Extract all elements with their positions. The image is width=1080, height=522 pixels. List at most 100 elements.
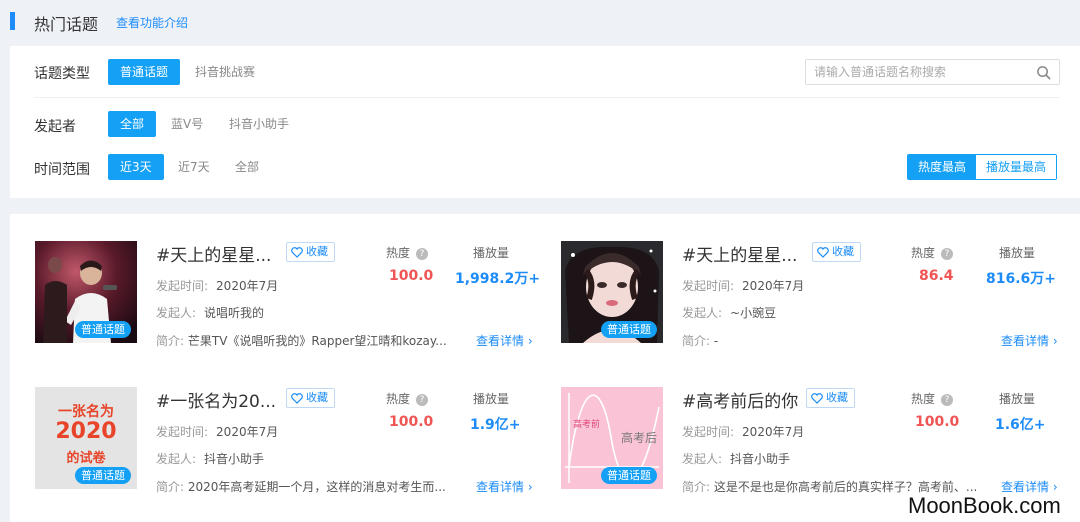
- heat-label-text: 热度: [911, 392, 936, 406]
- heart-icon: [291, 392, 303, 404]
- topic-thumbnail[interactable]: 一张名为 2020 的试卷 普通话题: [35, 387, 137, 489]
- topic-title[interactable]: #高考前后的你: [682, 387, 798, 412]
- time-3days-chip[interactable]: 近3天: [108, 154, 164, 180]
- view-detail-label: 查看详情: [1001, 480, 1050, 494]
- favorite-label: 收藏: [832, 245, 854, 258]
- heat-label: 热度?: [386, 244, 429, 261]
- initiator-assistant-chip[interactable]: 抖音小助手: [217, 111, 301, 137]
- intro-row: 简介: -: [682, 332, 982, 349]
- thumb-text-line: 一张名为: [58, 404, 114, 420]
- plays-value: 1.6亿+: [995, 417, 1046, 433]
- chevron-right-icon: ›: [1052, 480, 1058, 494]
- heat-value: 86.4: [919, 268, 954, 284]
- topic-search-input[interactable]: [814, 63, 1024, 81]
- chevron-right-icon: ›: [527, 480, 533, 494]
- topic-card[interactable]: 一张名为 2020 的试卷 普通话题 #一张名为20... 收藏 发起时间: 20…: [35, 387, 545, 494]
- topic-title[interactable]: #一张名为20...: [156, 387, 276, 412]
- topic-type-challenge-chip[interactable]: 抖音挑战赛: [183, 59, 267, 85]
- view-detail-link[interactable]: 查看详情 ›: [476, 332, 533, 349]
- intro-value: 芒果TV《说唱听我的》Rapper望江晴和kozay...: [187, 334, 447, 348]
- time-7days-chip[interactable]: 近7天: [166, 154, 222, 180]
- initiator-all-chip[interactable]: 全部: [108, 111, 157, 137]
- heat-label-text: 热度: [911, 246, 936, 260]
- chevron-right-icon: ›: [1052, 334, 1058, 348]
- favorite-button[interactable]: 收藏: [286, 242, 335, 262]
- initiator-row: 发起人: 说唱听我的: [156, 304, 264, 321]
- help-icon[interactable]: ?: [416, 394, 429, 406]
- launch-time-row: 发起时间: 2020年7月: [156, 423, 278, 440]
- favorite-button[interactable]: 收藏: [806, 388, 855, 408]
- favorite-label: 收藏: [826, 391, 848, 404]
- heat-label: 热度?: [911, 244, 954, 261]
- initiator-value: 抖音小助手: [730, 452, 791, 466]
- thumb-text-line: 的试卷: [66, 451, 106, 466]
- thumb-text-line: 高考后: [621, 431, 658, 445]
- heart-icon: [817, 246, 829, 258]
- topic-type-normal-chip[interactable]: 普通话题: [108, 59, 181, 85]
- thumb-text-line: 2020: [55, 419, 117, 444]
- favorite-label: 收藏: [306, 245, 328, 258]
- topic-type-label: 话题类型: [34, 66, 90, 82]
- initiator-bluev-chip[interactable]: 蓝V号: [159, 111, 215, 137]
- topic-list: 普通话题 #天上的星星... 收藏 发起时间: 2020年7月 发起人: 说唱听我的…: [10, 214, 1080, 522]
- initiator-value: 抖音小助手: [204, 452, 265, 466]
- view-detail-label: 查看详情: [476, 334, 525, 348]
- help-icon[interactable]: ?: [941, 394, 954, 406]
- view-detail-label: 查看详情: [1001, 334, 1050, 348]
- topic-card[interactable]: 普通话题 #天上的星星... 收藏 发起时间: 2020年7月 发起人: 说唱听我的…: [35, 241, 545, 348]
- launch-time-value: 2020年7月: [216, 279, 279, 293]
- plays-value: 1,998.2万+: [455, 271, 541, 287]
- sort-by-plays-button[interactable]: 播放量最高: [976, 155, 1057, 179]
- intro-value: -: [713, 334, 719, 348]
- topic-thumbnail[interactable]: 高考前 高考后 普通话题: [561, 387, 663, 489]
- launch-time-value: 2020年7月: [216, 425, 279, 439]
- time-all-chip[interactable]: 全部: [223, 154, 271, 180]
- feature-intro-link[interactable]: 查看功能介绍: [116, 14, 188, 31]
- intro-value: 2020年高考延期一个月，这样的消息对考生而...: [187, 480, 446, 494]
- topic-thumbnail[interactable]: 普通话题: [35, 241, 137, 343]
- plays-label: 播放量: [473, 392, 510, 406]
- view-detail-link[interactable]: 查看详情 ›: [476, 478, 533, 495]
- launch-time-row: 发起时间: 2020年7月: [682, 277, 804, 294]
- topic-thumbnail[interactable]: 普通话题: [561, 241, 663, 343]
- plays-value: 816.6万+: [986, 271, 1057, 287]
- initiator-value: 说唱听我的: [204, 306, 265, 320]
- topic-title[interactable]: #天上的星星...: [682, 241, 797, 266]
- view-detail-link[interactable]: 查看详情 ›: [1001, 332, 1058, 349]
- help-icon[interactable]: ?: [941, 248, 954, 260]
- initiator-row-label: 发起人:: [156, 306, 197, 320]
- favorite-button[interactable]: 收藏: [286, 388, 335, 408]
- page-title: 热门话题: [34, 15, 99, 34]
- sort-by-heat-button[interactable]: 热度最高: [908, 155, 977, 179]
- topic-search-box[interactable]: [805, 59, 1060, 85]
- favorite-label: 收藏: [306, 391, 328, 404]
- intro-row: 简介: 芒果TV《说唱听我的》Rapper望江晴和kozay...: [156, 332, 456, 349]
- launch-time-label: 发起时间:: [156, 425, 209, 439]
- search-icon[interactable]: [1036, 65, 1051, 80]
- filter-divider: [34, 97, 1060, 98]
- launch-time-row: 发起时间: 2020年7月: [156, 277, 278, 294]
- initiator-row: 发起人: 抖音小助手: [156, 450, 264, 467]
- heat-label-text: 热度: [386, 246, 411, 260]
- plays-label: 播放量: [999, 392, 1036, 406]
- heat-label: 热度?: [911, 390, 954, 407]
- time-range-label: 时间范围: [34, 162, 90, 178]
- sort-toggle: 热度最高 播放量最高: [907, 154, 1058, 180]
- initiator-row-label: 发起人:: [682, 306, 723, 320]
- thumb-text-line: 高考前: [573, 420, 601, 430]
- favorite-button[interactable]: 收藏: [812, 242, 861, 262]
- topic-tag-badge: 普通话题: [75, 321, 131, 338]
- heart-icon: [291, 246, 303, 258]
- launch-time-label: 发起时间:: [156, 279, 209, 293]
- help-icon[interactable]: ?: [416, 248, 429, 260]
- launch-time-value: 2020年7月: [742, 425, 805, 439]
- topic-card[interactable]: 普通话题 #天上的星星... 收藏 发起时间: 2020年7月 发起人: ~小豌豆 …: [561, 241, 1071, 348]
- initiator-row: 发起人: ~小豌豆: [682, 304, 776, 321]
- topic-title[interactable]: #天上的星星...: [156, 241, 271, 266]
- intro-label: 简介:: [682, 480, 711, 494]
- topic-card[interactable]: 高考前 高考后 普通话题 #高考前后的你 收藏 发起时间: 2020年7月 发起人…: [561, 387, 1071, 494]
- intro-label: 简介:: [682, 334, 711, 348]
- initiator-value: ~小豌豆: [730, 306, 777, 320]
- filter-panel: 话题类型 普通话题 抖音挑战赛 发起者 全部 蓝V号 抖音小助手 时间范围 近3…: [10, 46, 1080, 198]
- initiator-row-label: 发起人:: [682, 452, 723, 466]
